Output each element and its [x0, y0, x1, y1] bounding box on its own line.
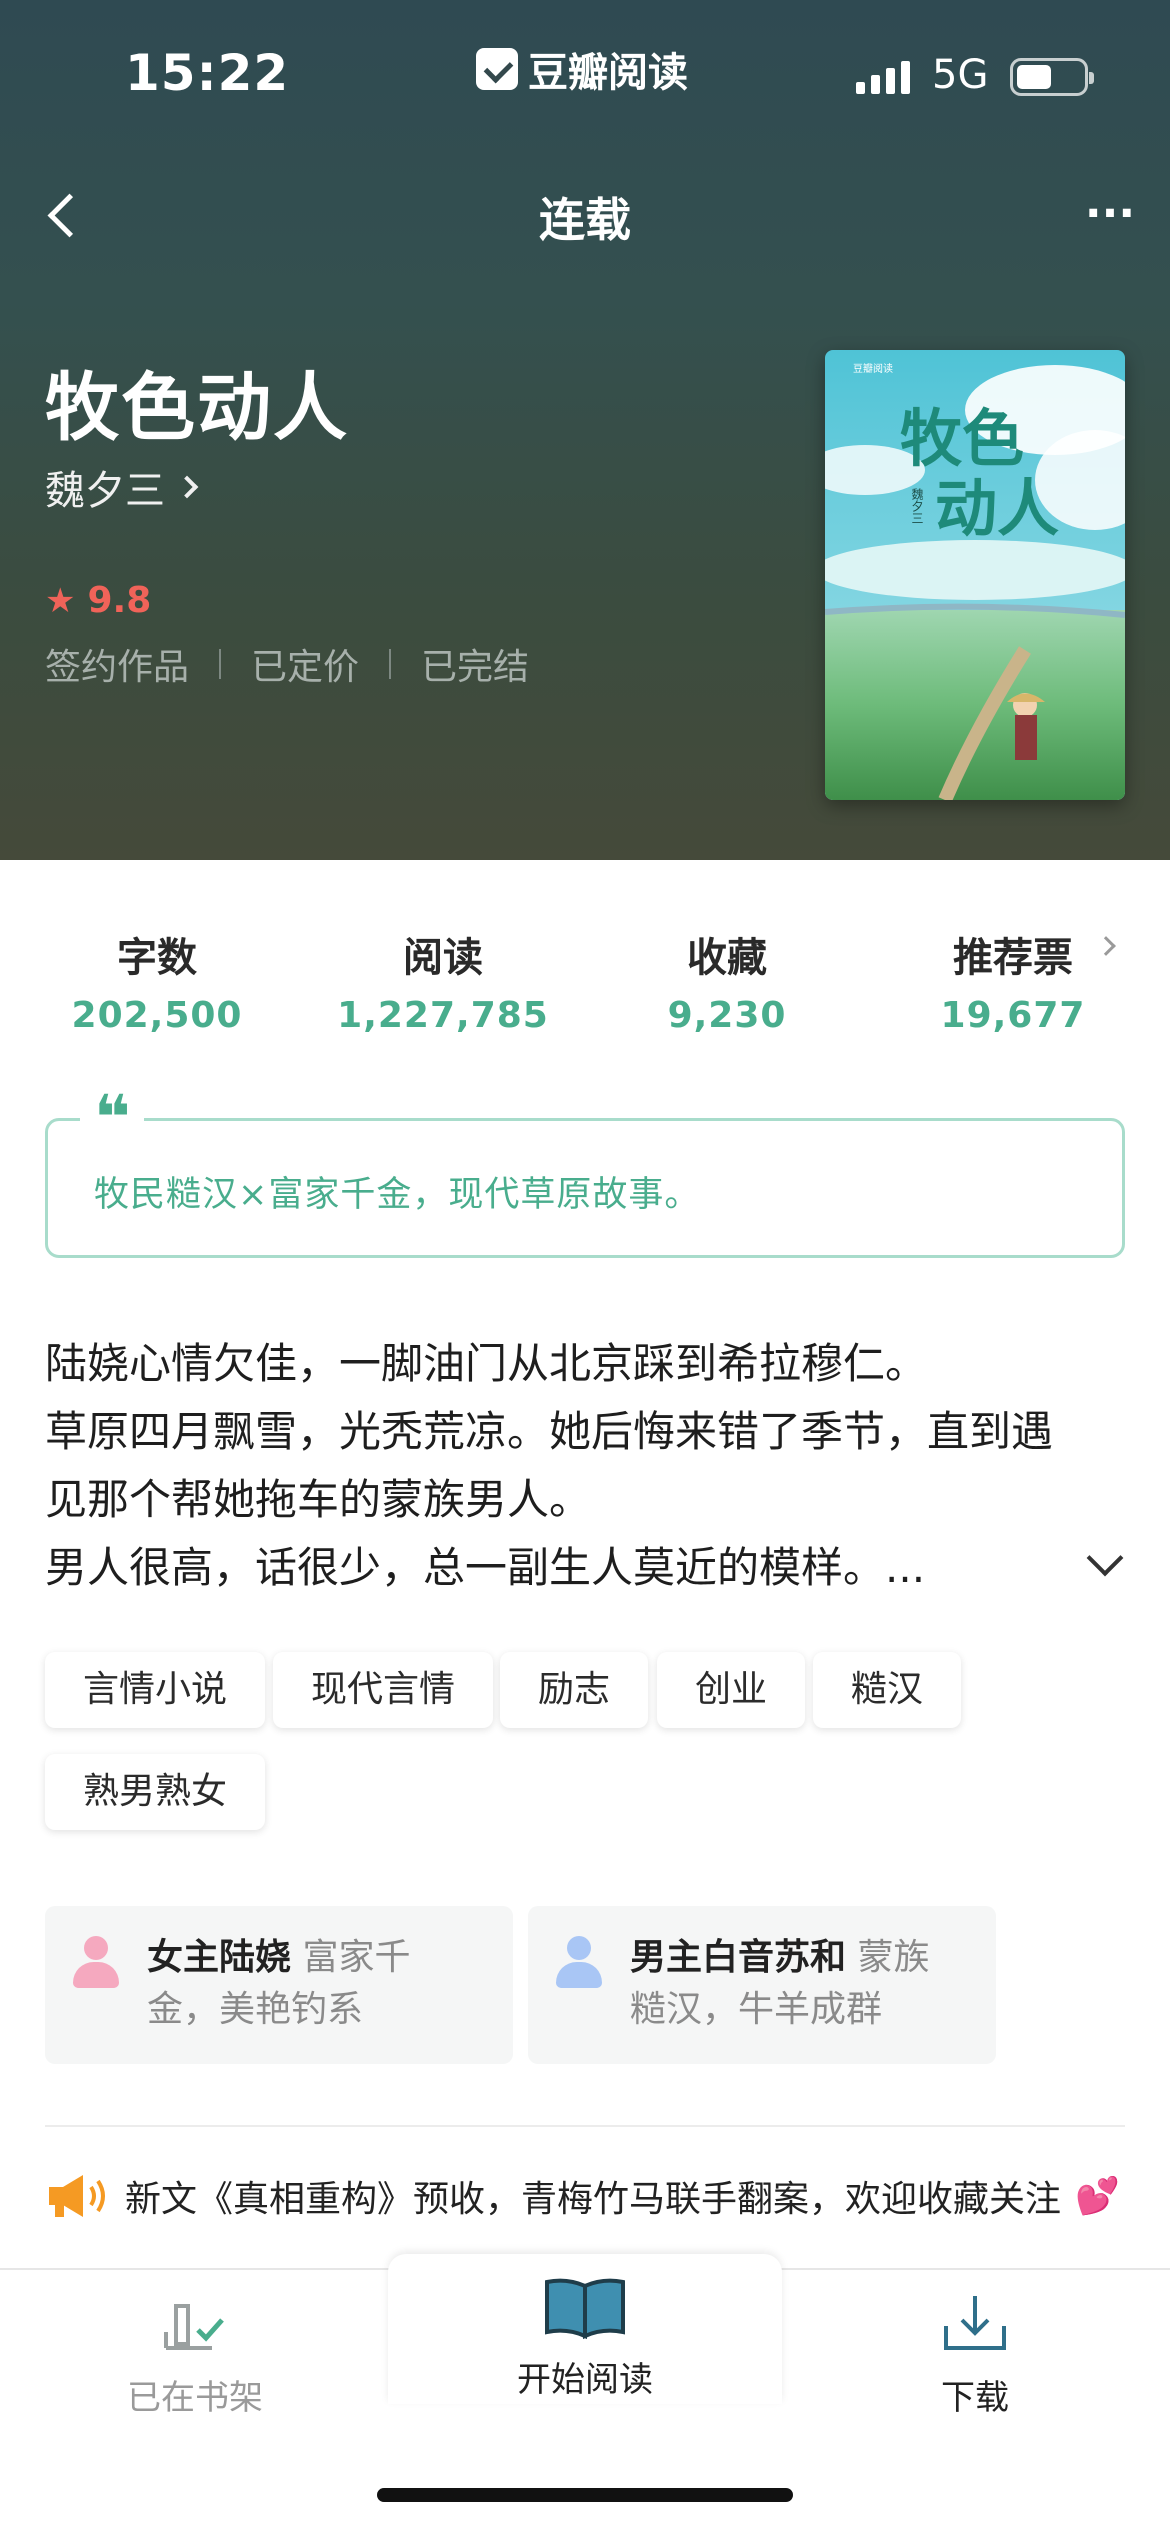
rating: ★ 9.8 — [45, 580, 151, 621]
stat-word-count: 字数 202,500 — [12, 925, 302, 1036]
meta-divider — [389, 649, 392, 679]
app-badge[interactable]: 豆瓣阅读 — [476, 40, 688, 98]
download-label: 下载 — [941, 2378, 1009, 2418]
stat-label: 字数 — [117, 935, 197, 981]
cover-publisher: 豆瓣阅读 — [853, 362, 893, 375]
cover-illustration: 豆瓣阅读 牧色 动人 魏夕三 — [825, 350, 1125, 800]
character-desc-line2: 糙汉，牛羊成群 — [630, 1989, 883, 2030]
character-description: 男主白音苏和 蒙族 糙汉，牛羊成群 — [630, 1932, 970, 2036]
character-card-male-lead[interactable]: 男主白音苏和 蒙族 糙汉，牛羊成群 — [528, 1906, 996, 2064]
tagline-box: 牧民糙汉×富家千金，现代草原故事。 — [45, 1118, 1125, 1258]
person-icon — [73, 1936, 119, 1988]
author-name: 魏夕三 — [45, 468, 165, 514]
cover-title-line2: 动人 — [935, 472, 1059, 545]
battery-icon — [1010, 58, 1094, 96]
character-desc-line1: 蒙族 — [846, 1937, 930, 1978]
cover-author: 魏夕三 — [910, 487, 924, 524]
shelf-label: 已在书架 — [127, 2378, 263, 2418]
character-card-female-lead[interactable]: 女主陆娆 富家千 金，美艳钓系 — [45, 1906, 513, 2064]
synopsis-line: 男人很高，话很少，总一副生人莫近的模样。... — [45, 1543, 926, 1592]
character-name: 女主陆娆 — [147, 1937, 292, 1978]
douban-read-icon — [476, 48, 518, 90]
stat-label: 阅读 — [403, 935, 483, 981]
stat-value: 19,677 — [940, 995, 1086, 1036]
person-icon — [556, 1936, 602, 1988]
tag-item[interactable]: 熟男熟女 — [45, 1754, 266, 1830]
book-meta: 签约作品 已定价 已完结 — [45, 638, 529, 690]
stat-reads: 阅读 1,227,785 — [298, 925, 588, 1036]
more-options-button[interactable]: ··· — [1080, 188, 1140, 239]
tag-item[interactable]: 糙汉 — [813, 1652, 962, 1728]
meta-signed: 签约作品 — [45, 647, 190, 688]
status-bar: 15:22 豆瓣阅读 5G — [0, 0, 1170, 150]
synopsis-line: 陆娆心情欠佳，一脚油门从北京踩到希拉穆仁。 — [45, 1339, 928, 1388]
heart-icon: 💕 — [1075, 2176, 1120, 2217]
meta-completed: 已完结 — [421, 647, 530, 688]
character-desc-line2: 金，美艳钓系 — [147, 1989, 364, 2030]
app-badge-label: 豆瓣阅读 — [528, 50, 688, 96]
home-indicator[interactable] — [377, 2488, 793, 2502]
download-button[interactable]: 下载 — [780, 2292, 1170, 2419]
bookshelf-check-icon — [164, 2304, 224, 2350]
status-time: 15:22 — [125, 44, 290, 102]
start-reading-button[interactable]: 开始阅读 — [388, 2254, 782, 2404]
signal-icon — [856, 60, 910, 94]
tag-item[interactable]: 现代言情 — [273, 1652, 494, 1728]
quote-icon: ❝ — [80, 1087, 145, 1149]
in-bookshelf-button[interactable]: 已在书架 — [0, 2292, 390, 2419]
tag-item[interactable]: 言情小说 — [45, 1652, 266, 1728]
tagline-text: 牧民糙汉×富家千金，现代草原故事。 — [94, 1175, 701, 1215]
stat-value: 1,227,785 — [337, 995, 549, 1036]
cover-title-line1: 牧色 — [900, 402, 1024, 475]
stat-value: 202,500 — [71, 995, 243, 1036]
chevron-right-icon — [175, 475, 199, 499]
author-link[interactable]: 魏夕三 — [45, 458, 199, 516]
character-name: 男主白音苏和 — [630, 1937, 847, 1978]
meta-divider — [219, 649, 222, 679]
book-cover[interactable]: 豆瓣阅读 牧色 动人 魏夕三 — [825, 350, 1125, 800]
open-book-icon — [545, 2278, 625, 2340]
stat-value: 9,230 — [667, 995, 787, 1036]
tag-item[interactable]: 创业 — [657, 1652, 806, 1728]
download-icon — [944, 2296, 1006, 2350]
book-header: 15:22 豆瓣阅读 5G 连载 ··· 牧色动人 魏夕三 ★ 9.8 签约作品… — [0, 0, 1170, 860]
megaphone-icon — [49, 2175, 105, 2217]
read-label: 开始阅读 — [517, 2360, 653, 2400]
meta-priced: 已定价 — [251, 647, 360, 688]
stat-label: 收藏 — [687, 935, 767, 981]
character-description: 女主陆娆 富家千 金，美艳钓系 — [147, 1932, 487, 2036]
rating-value: 9.8 — [87, 580, 152, 621]
tag-item[interactable]: 励志 — [500, 1652, 649, 1728]
synopsis-line: 草原四月飘雪，光秃荒凉。她后悔来错了季节，直到遇 — [45, 1407, 1054, 1456]
stat-favorites: 收藏 9,230 — [582, 925, 872, 1036]
synopsis[interactable]: 陆娆心情欠佳，一脚油门从北京踩到希拉穆仁。 草原四月飘雪，光秃荒凉。她后悔来错了… — [45, 1330, 1125, 1602]
page-title: 连载 — [539, 193, 631, 247]
section-divider — [45, 2125, 1125, 2127]
character-desc-line1: 富家千 — [291, 1937, 411, 1978]
star-icon: ★ — [45, 580, 76, 621]
book-title: 牧色动人 — [45, 365, 349, 451]
stat-recommend-votes[interactable]: 推荐票 19,677 — [868, 925, 1158, 1036]
author-announcement[interactable]: 新文《真相重构》预收，青梅竹马联手翻案，欢迎收藏关注 💕 — [45, 2170, 1120, 2222]
network-type: 5G — [932, 52, 989, 98]
announcement-text: 新文《真相重构》预收，青梅竹马联手翻案，欢迎收藏关注 — [125, 2179, 1062, 2220]
synopsis-line: 见那个帮她拖车的蒙族男人。 — [45, 1475, 592, 1524]
stat-label: 推荐票 — [953, 935, 1073, 981]
book-stats: 字数 202,500 阅读 1,227,785 收藏 9,230 推荐票 19,… — [0, 925, 1170, 1045]
